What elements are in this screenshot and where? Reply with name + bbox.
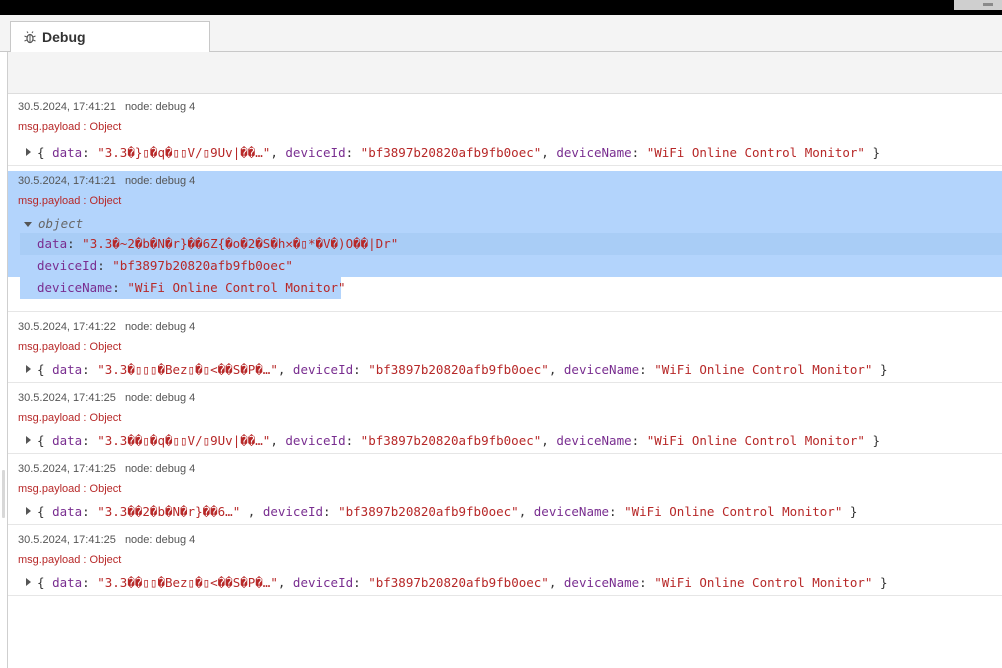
message-node-link[interactable]: node: debug 4 — [125, 392, 195, 404]
message-payload-collapsed[interactable]: { data: "3.3��▯▯�Bez▯�▯<��S�P�…", device… — [8, 570, 1002, 596]
payload-property-deviceId[interactable]: deviceId: "bf3897b20820afb9fb0oec" — [20, 255, 1002, 277]
caret-right-icon[interactable] — [26, 148, 31, 156]
message-topic: msg.payload : Object — [18, 483, 122, 495]
debug-toolbar — [8, 52, 1002, 94]
payload-type-label: object — [38, 216, 84, 231]
window-minimize-button[interactable] — [954, 0, 1002, 10]
debug-message-list: 30.5.2024, 17:41:21 node: debug 4 msg.pa… — [8, 95, 1002, 596]
caret-right-icon[interactable] — [26, 578, 31, 586]
message-topic: msg.payload : Object — [18, 554, 122, 566]
message-topic: msg.payload : Object — [18, 195, 122, 207]
tab-debug[interactable]: Debug — [10, 21, 210, 52]
message-topic: msg.payload : Object — [18, 121, 122, 133]
bug-icon — [24, 31, 36, 44]
message-payload-collapsed[interactable]: { data: "3.3��2�b�N�r}��6…" , deviceId: … — [8, 499, 1002, 525]
debug-message: 30.5.2024, 17:41:25 node: debug 4 msg.pa… — [8, 454, 1002, 525]
window-top-bar — [0, 0, 1002, 15]
payload-property-deviceName[interactable]: deviceName: "WiFi Online Control Monitor… — [20, 277, 346, 299]
message-node-link[interactable]: node: debug 4 — [125, 175, 195, 187]
debug-message: 30.5.2024, 17:41:22 node: debug 4 msg.pa… — [8, 312, 1002, 383]
debug-message-selected: 30.5.2024, 17:41:21 node: debug 4 msg.pa… — [8, 166, 1002, 312]
message-timestamp: 30.5.2024, 17:41:22 — [18, 321, 116, 333]
tab-debug-label: Debug — [42, 29, 86, 45]
message-timestamp: 30.5.2024, 17:41:25 — [18, 392, 116, 404]
sidebar-tab-bar: Debug — [0, 15, 1002, 52]
message-node-link[interactable]: node: debug 4 — [125, 321, 195, 333]
message-node-link[interactable]: node: debug 4 — [125, 463, 195, 475]
message-timestamp: 30.5.2024, 17:41:21 — [18, 101, 116, 113]
debug-message: 30.5.2024, 17:41:25 node: debug 4 msg.pa… — [8, 383, 1002, 454]
message-payload-collapsed[interactable]: { data: "3.3�▯▯▯�Bez▯�▯<��S�P�…", device… — [8, 357, 1002, 383]
message-topic: msg.payload : Object — [18, 412, 122, 424]
message-timestamp: 30.5.2024, 17:41:25 — [18, 534, 116, 546]
payload-property-data[interactable]: data: "3.3�~2�b�N�r}��6Z{�o�2�S�h✕�▯*�V�… — [20, 233, 1002, 255]
message-node-link[interactable]: node: debug 4 — [125, 534, 195, 546]
caret-right-icon[interactable] — [26, 436, 31, 444]
message-timestamp: 30.5.2024, 17:41:21 — [18, 175, 116, 187]
caret-down-icon[interactable] — [24, 222, 32, 227]
message-topic: msg.payload : Object — [18, 341, 122, 353]
payload-tree-toggle[interactable]: object — [8, 211, 1002, 233]
debug-message: 30.5.2024, 17:41:25 node: debug 4 msg.pa… — [8, 525, 1002, 596]
message-payload-collapsed[interactable]: { data: "3.3�}▯�q�▯▯V/▯9Uv|��…", deviceI… — [8, 137, 1002, 169]
caret-right-icon[interactable] — [26, 365, 31, 373]
debug-message: 30.5.2024, 17:41:21 node: debug 4 msg.pa… — [8, 95, 1002, 166]
sidebar-resize-handle[interactable] — [2, 470, 5, 518]
caret-right-icon[interactable] — [26, 507, 31, 515]
message-node-link[interactable]: node: debug 4 — [125, 101, 195, 113]
message-payload-collapsed[interactable]: { data: "3.3��▯�q�▯▯V/▯9Uv|��…", deviceI… — [8, 428, 1002, 454]
message-timestamp: 30.5.2024, 17:41:25 — [18, 463, 116, 475]
